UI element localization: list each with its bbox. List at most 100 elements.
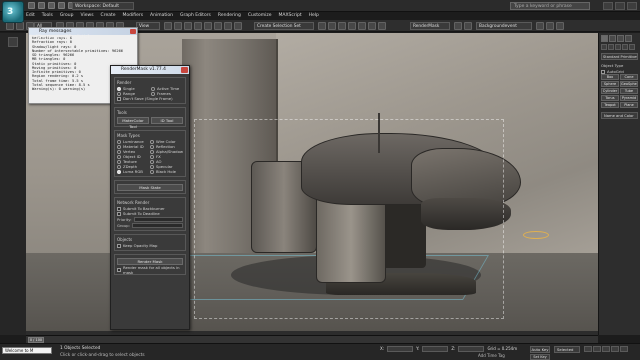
edit-named-selection-icon[interactable] xyxy=(234,22,242,30)
ray-messages-title[interactable]: Ray messages xyxy=(29,28,137,35)
go-to-start-icon[interactable] xyxy=(584,346,592,352)
tube-button[interactable]: Tube xyxy=(620,88,638,94)
pivot-icon[interactable] xyxy=(164,22,172,30)
close-button[interactable] xyxy=(627,2,637,10)
render-production-icon[interactable] xyxy=(464,22,472,30)
set-key-button[interactable]: Set Key xyxy=(530,354,550,360)
teapot-render-icon[interactable] xyxy=(546,22,554,30)
menu-animation[interactable]: Animation xyxy=(150,12,173,20)
schematic-view-icon[interactable] xyxy=(358,22,366,30)
save-file-icon[interactable] xyxy=(48,2,55,9)
open-file-icon[interactable] xyxy=(38,2,45,9)
rendered-frame-window-icon[interactable] xyxy=(454,22,462,30)
activeshade-icon[interactable] xyxy=(556,22,564,30)
helper-gizmo-icon[interactable] xyxy=(523,231,549,239)
shapes-icon[interactable] xyxy=(608,44,614,50)
menu-graph-editors[interactable]: Graph Editors xyxy=(180,12,211,20)
teapot-button[interactable]: Teapot xyxy=(601,102,619,108)
menu-group[interactable]: Group xyxy=(60,12,74,20)
key-filter-dropdown[interactable]: Selected xyxy=(554,346,580,353)
z-coordinate-field[interactable] xyxy=(458,346,485,352)
link-icon[interactable] xyxy=(6,22,14,30)
select-manipulate-icon[interactable] xyxy=(174,22,182,30)
motion-tab-icon[interactable] xyxy=(625,35,632,42)
mask-type-radio[interactable]: Black Hole xyxy=(149,169,183,174)
app-logo-icon[interactable]: 3 xyxy=(2,1,24,23)
mirror-icon[interactable] xyxy=(318,22,326,30)
minimize-button[interactable] xyxy=(603,2,613,10)
pyramid-button[interactable]: Pyramid xyxy=(620,95,638,101)
unlink-icon[interactable] xyxy=(16,22,24,30)
named-selection-dropdown[interactable]: Create Selection Set xyxy=(254,22,314,30)
material-editor-icon[interactable] xyxy=(368,22,376,30)
mask-state-button[interactable]: Mask State xyxy=(117,184,183,191)
menu-rendering[interactable]: Rendering xyxy=(218,12,241,20)
mask-type-radio[interactable]: Luma RGB xyxy=(117,169,148,174)
menu-customize[interactable]: Customize xyxy=(248,12,272,20)
render-mask-title[interactable]: RenderMask v1.77.4 xyxy=(111,66,189,74)
group-field[interactable] xyxy=(131,222,183,228)
next-frame-icon[interactable] xyxy=(611,346,619,352)
maximize-button[interactable] xyxy=(615,2,625,10)
angle-snap-icon[interactable] xyxy=(204,22,212,30)
time-slider[interactable]: 0 / 100 xyxy=(26,335,598,343)
menu-tools[interactable]: Tools xyxy=(42,12,53,20)
name-and-color-rollout[interactable]: Name and Color xyxy=(601,112,638,119)
workspace-dropdown[interactable]: Workspace: Default xyxy=(72,2,134,10)
menu-modifiers[interactable]: Modifiers xyxy=(123,12,144,20)
previous-frame-icon[interactable] xyxy=(593,346,601,352)
align-icon[interactable] xyxy=(328,22,336,30)
maxscript-listener-input[interactable]: Welcome to M xyxy=(2,347,52,354)
geometry-icon[interactable] xyxy=(601,44,607,50)
close-icon[interactable] xyxy=(130,29,136,34)
lights-icon[interactable] xyxy=(615,44,621,50)
viewport-layout-icon[interactable] xyxy=(8,37,18,47)
spinner-snap-icon[interactable] xyxy=(224,22,232,30)
go-to-end-icon[interactable] xyxy=(620,346,628,352)
cylinder-button[interactable]: Cylinder xyxy=(601,88,619,94)
reference-coordinate-dropdown[interactable]: View xyxy=(136,22,160,30)
geosphere-button[interactable]: GeoSphere xyxy=(620,81,638,87)
menu-create[interactable]: Create xyxy=(101,12,116,20)
priority-field[interactable] xyxy=(133,216,183,222)
mater-color-tool-button[interactable]: MaterColor Tool xyxy=(117,117,149,129)
dont-save-checkbox[interactable]: Don't Save (Single Frame) xyxy=(117,96,183,101)
environment-dropdown[interactable]: Backgroundevent xyxy=(476,22,532,30)
box-button[interactable]: Box xyxy=(601,74,619,80)
plane-button[interactable]: Plane xyxy=(620,102,638,108)
search-input[interactable]: Type a keyword or phrase xyxy=(510,2,590,10)
x-coordinate-field[interactable] xyxy=(387,346,414,352)
create-tab-icon[interactable] xyxy=(601,35,608,42)
menu-edit[interactable]: Edit xyxy=(26,12,35,20)
primitive-category-dropdown[interactable]: Standard Primitives xyxy=(601,53,638,60)
torus-button[interactable]: Torus xyxy=(601,95,619,101)
auto-key-button[interactable]: Auto Key xyxy=(530,346,550,353)
menu-views[interactable]: Views xyxy=(81,12,94,20)
close-icon[interactable] xyxy=(181,67,188,73)
snaps-toggle-icon[interactable] xyxy=(194,22,202,30)
cameras-icon[interactable] xyxy=(622,44,628,50)
menu-maxscript[interactable]: MAXScript xyxy=(279,12,302,20)
undo-icon[interactable] xyxy=(58,2,65,9)
sphere-button[interactable]: Sphere xyxy=(601,81,619,87)
modify-tab-icon[interactable] xyxy=(609,35,616,42)
keep-opacity-checkbox[interactable]: Keep Opacity Map xyxy=(117,243,183,248)
render-all-objects-checkbox[interactable]: Render mask for all objects in mask xyxy=(117,265,183,275)
curve-editor-icon[interactable] xyxy=(348,22,356,30)
render-preset-dropdown[interactable]: RenderMask xyxy=(410,22,450,30)
render-mask-dialog[interactable]: RenderMask v1.77.4 Render Single Active … xyxy=(110,65,190,330)
render-icon[interactable] xyxy=(536,22,544,30)
layer-explorer-icon[interactable] xyxy=(338,22,346,30)
new-file-icon[interactable] xyxy=(28,2,35,9)
add-time-tag[interactable]: Add Time Tag xyxy=(478,353,505,358)
play-icon[interactable] xyxy=(602,346,610,352)
hierarchy-tab-icon[interactable] xyxy=(617,35,624,42)
percent-snap-icon[interactable] xyxy=(214,22,222,30)
id-tool-button[interactable]: ID Tool xyxy=(151,117,183,124)
menu-help[interactable]: Help xyxy=(309,12,319,20)
viewport-label[interactable]: [+][Perspective][Realistic] xyxy=(30,35,89,40)
y-coordinate-field[interactable] xyxy=(422,346,449,352)
keyboard-shortcut-icon[interactable] xyxy=(184,22,192,30)
helpers-icon[interactable] xyxy=(629,44,635,50)
render-setup-icon[interactable] xyxy=(378,22,386,30)
